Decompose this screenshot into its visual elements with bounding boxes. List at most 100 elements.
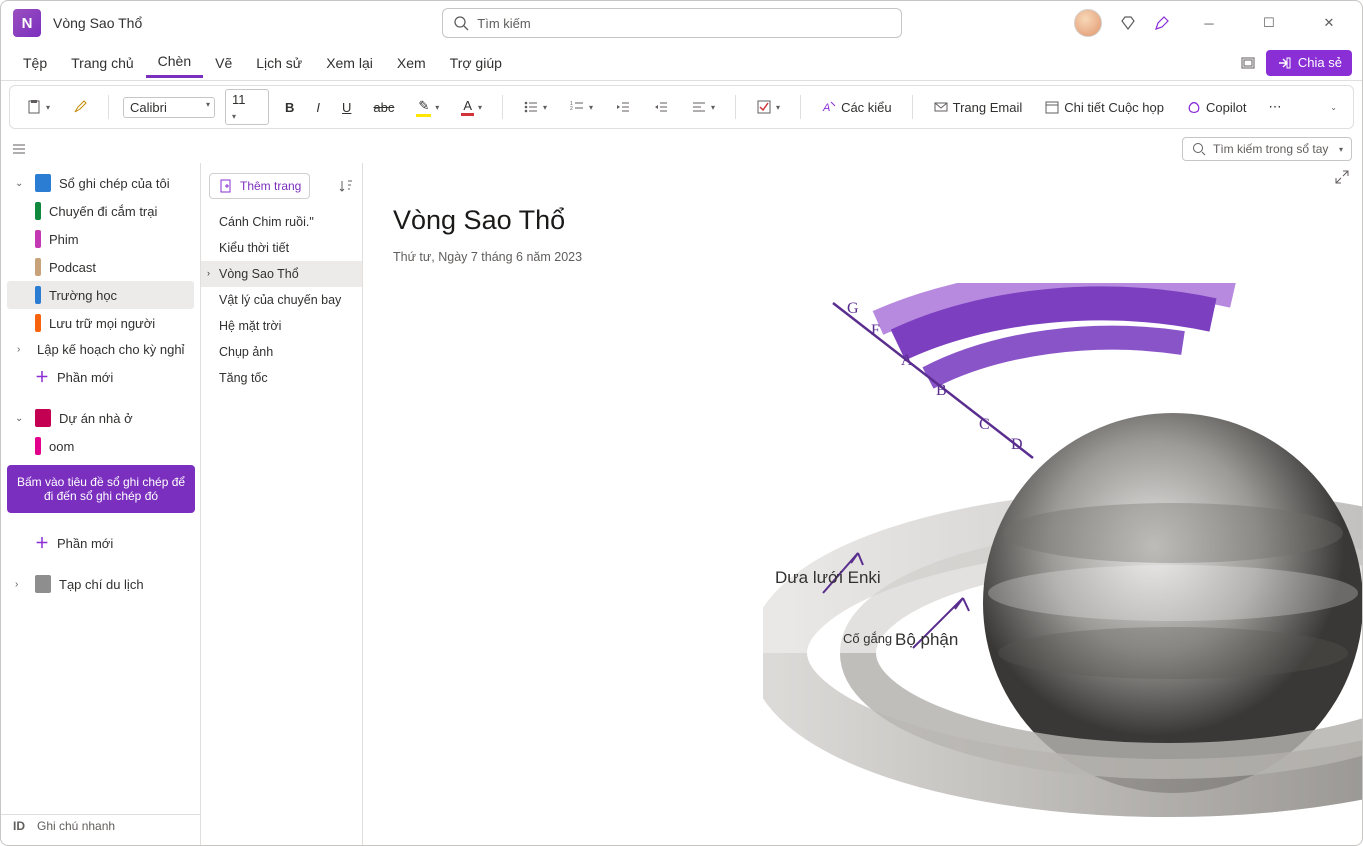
minimize-button[interactable]: ─ <box>1188 9 1230 37</box>
section-color-icon <box>35 202 41 220</box>
subbar: Tìm kiếm trong sổ tay ▾ <box>1 135 1362 163</box>
open-window-icon[interactable] <box>1240 55 1256 71</box>
styles-icon: A <box>821 99 837 115</box>
sort-icon[interactable] <box>338 178 354 194</box>
maximize-button[interactable]: ☐ <box>1248 9 1290 37</box>
svg-text:Bộ phận: Bộ phận <box>895 630 958 649</box>
notebook-header-my[interactable]: ⌄ Sổ ghi chép của tôi <box>1 169 200 197</box>
tab-file[interactable]: Tệp <box>11 49 59 77</box>
avatar[interactable] <box>1074 9 1102 37</box>
new-section-button[interactable]: ＋Phần mới <box>1 362 200 392</box>
notebook-search[interactable]: Tìm kiếm trong sổ tay ▾ <box>1182 137 1352 161</box>
notebook-header-house[interactable]: ⌄ Dự án nhà ở <box>1 404 200 432</box>
page-item[interactable]: Hệ mặt trời <box>201 313 362 339</box>
clipboard-icon <box>26 99 42 115</box>
note-canvas[interactable]: Vòng Sao Thổ Thứ tư, Ngày 7 tháng 6 năm … <box>363 163 1362 845</box>
section-camping[interactable]: Chuyến đi cắm trại <box>1 197 200 225</box>
checkbox-icon <box>756 99 772 115</box>
premium-icon[interactable] <box>1120 15 1136 31</box>
indent-button[interactable] <box>647 96 675 118</box>
styles-button[interactable]: ACác kiểu <box>815 96 898 118</box>
italic-button[interactable]: I <box>310 97 326 118</box>
share-button[interactable]: Chia sẻ <box>1266 50 1352 76</box>
svg-text:F: F <box>871 322 880 339</box>
nav-toggle-icon[interactable] <box>11 141 27 157</box>
quick-notes[interactable]: ID Ghi chú nhanh <box>1 814 201 837</box>
plus-icon: ＋ <box>35 533 49 553</box>
todo-tag-button[interactable]: ▾ <box>750 96 786 118</box>
section-movies[interactable]: Phim <box>1 225 200 253</box>
app-logo: N <box>13 9 41 37</box>
page-item[interactable]: Vật lý của chuyến bay <box>201 287 362 313</box>
envelope-icon <box>933 99 949 115</box>
align-button[interactable]: ▾ <box>685 96 721 118</box>
font-size-select[interactable]: 11 ▾ <box>225 89 269 125</box>
tab-draw[interactable]: Vẽ <box>203 49 244 77</box>
tab-review[interactable]: Xem lại <box>314 49 385 77</box>
outdent-button[interactable] <box>609 96 637 118</box>
copilot-icon <box>1186 99 1202 115</box>
svg-text:B: B <box>936 382 947 399</box>
expand-icon[interactable] <box>1334 169 1350 185</box>
page-title[interactable]: Vòng Sao Thổ <box>393 205 1332 236</box>
format-painter[interactable] <box>66 96 94 118</box>
tab-view[interactable]: Xem <box>385 49 438 77</box>
tab-home[interactable]: Trang chủ <box>59 49 146 77</box>
numbering-button[interactable]: 12▾ <box>563 96 599 118</box>
svg-text:Dưa lưới Enki: Dưa lưới Enki <box>775 568 881 587</box>
search-icon <box>1191 141 1207 157</box>
section-school[interactable]: Trường học <box>7 281 194 309</box>
page-item[interactable]: Kiểu thời tiết <box>201 235 362 261</box>
add-page-button[interactable]: Thêm trang <box>209 173 310 199</box>
pen-mode-icon[interactable] <box>1154 15 1170 31</box>
notebook-header-travel[interactable]: › Tạp chí du lịch <box>1 570 200 598</box>
svg-text:Cố gắng: Cố gắng <box>843 631 892 646</box>
copilot-button[interactable]: Copilot <box>1180 96 1252 118</box>
meeting-details-button[interactable]: Chi tiết Cuộc họp <box>1038 96 1170 118</box>
close-button[interactable]: ✕ <box>1308 9 1350 37</box>
chevron-right-icon: › <box>207 268 210 278</box>
page-item[interactable]: Cánh Chim ruồi." <box>201 209 362 235</box>
new-section-button-2[interactable]: ＋Phần mới <box>1 528 200 558</box>
coach-tooltip: Bấm vào tiêu đề sổ ghi chép để đi đến sổ… <box>7 465 195 513</box>
chevron-down-icon: ⌄ <box>15 178 27 189</box>
strikethrough-button[interactable]: abc <box>367 97 400 118</box>
section-obscured[interactable]: oom <box>1 432 200 460</box>
font-color-button[interactable]: A▾ <box>455 95 488 119</box>
plus-icon: ＋ <box>35 367 49 387</box>
tab-insert[interactable]: Chèn <box>146 47 203 78</box>
page-item[interactable]: Tăng tốc <box>201 365 362 391</box>
svg-text:D: D <box>1011 436 1023 453</box>
align-icon <box>691 99 707 115</box>
section-people[interactable]: Lưu trữ mọi người <box>1 309 200 337</box>
share-label: Chia sẻ <box>1298 55 1342 70</box>
section-podcast[interactable]: Podcast <box>1 253 200 281</box>
page-date: Thứ tư, Ngày 7 tháng 6 năm 2023 <box>393 250 1332 264</box>
highlight-button[interactable]: ✎▾ <box>410 95 445 120</box>
outdent-icon <box>615 99 631 115</box>
indent-icon <box>653 99 669 115</box>
tab-help[interactable]: Trợ giúp <box>438 49 514 77</box>
paste-button[interactable]: ▾ <box>20 96 56 118</box>
underline-button[interactable]: U <box>336 97 357 118</box>
page-item[interactable]: ›Vòng Sao Thổ <box>201 261 362 287</box>
notebook-icon <box>35 174 51 192</box>
notebook-icon <box>35 575 51 593</box>
section-color-icon <box>35 314 41 332</box>
section-vacation-planning[interactable]: ›Lập kế hoạch cho kỳ nghỉ <box>1 337 200 362</box>
section-color-icon <box>35 437 41 455</box>
ribbon: ▾ Calibri▾ 11 ▾ B I U abc ✎▾ A▾ ▾ 12▾ ▾ … <box>9 85 1354 129</box>
notebook-icon <box>35 409 51 427</box>
bold-button[interactable]: B <box>279 97 300 118</box>
bullets-button[interactable]: ▾ <box>517 96 553 118</box>
chevron-right-icon: › <box>17 344 29 355</box>
more-commands[interactable]: ⋯ <box>1262 96 1287 118</box>
search-placeholder: Tìm kiếm <box>477 16 530 31</box>
tab-history[interactable]: Lịch sử <box>244 49 314 77</box>
global-search[interactable]: Tìm kiếm <box>442 8 902 38</box>
font-family-select[interactable]: Calibri▾ <box>123 97 215 118</box>
email-page-button[interactable]: Trang Email <box>927 96 1029 118</box>
page-item[interactable]: Chụp ảnh <box>201 339 362 365</box>
svg-text:C: C <box>979 416 990 433</box>
ribbon-collapse[interactable]: ⌄ <box>1324 100 1343 115</box>
